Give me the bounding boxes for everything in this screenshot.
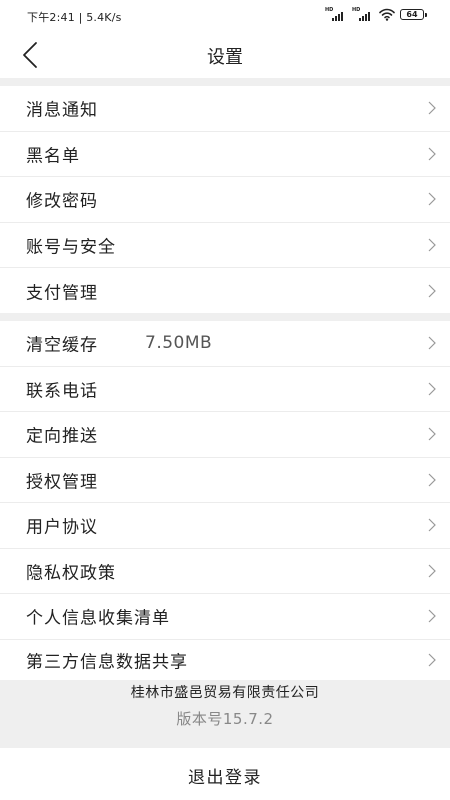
chevron-right-icon [428,564,436,578]
section-divider [0,313,450,321]
chevron-right-icon [428,101,436,115]
settings-group-general: 清空缓存 7.50MB 联系电话 定向推送 授权管理 用户协议 隐私权政策 个人… [0,321,450,680]
settings-item-personal-info-list[interactable]: 个人信息收集清单 [0,594,450,640]
chevron-right-icon [428,147,436,161]
chevron-right-icon [428,284,436,298]
settings-item-targeted-push[interactable]: 定向推送 [0,412,450,458]
settings-item-blacklist[interactable]: 黑名单 [0,132,450,177]
settings-item-label: 隐私权政策 [26,563,116,584]
settings-item-label: 修改密码 [26,191,98,212]
settings-item-third-party-sharing[interactable]: 第三方信息数据共享 [0,640,450,680]
chevron-right-icon [428,427,436,441]
company-name: 桂林市盛邑贸易有限责任公司 [130,685,320,701]
section-divider [0,78,450,86]
wifi-icon [379,8,395,21]
settings-item-label: 用户协议 [26,517,98,538]
chevron-right-icon [428,609,436,623]
chevron-right-icon [428,653,436,666]
logout-button[interactable]: 退出登录 [0,748,450,800]
chevron-right-icon [428,336,436,350]
settings-item-label: 定向推送 [26,426,98,447]
chevron-right-icon [428,192,436,206]
settings-item-change-password[interactable]: 修改密码 [0,177,450,223]
chevron-right-icon [428,382,436,396]
status-bar: 下午2:41 | 5.4K/s HD HD 64 [0,0,450,32]
settings-item-user-agreement[interactable]: 用户协议 [0,503,450,549]
settings-item-label: 授权管理 [26,472,98,493]
signal-icon: HD [325,8,347,21]
settings-item-authorization[interactable]: 授权管理 [0,458,450,503]
settings-item-label: 清空缓存 [26,335,98,356]
page-title: 设置 [207,47,243,68]
nav-bar: 设置 [0,32,450,78]
status-icons: HD HD 64 [325,8,427,21]
status-time-speed: 下午2:41 | 5.4K/s [27,11,122,24]
settings-item-label: 支付管理 [26,283,98,304]
signal-icon: HD [352,8,374,21]
settings-item-label: 黑名单 [26,146,80,167]
cache-size-value: 7.50MB [145,333,213,354]
settings-item-label: 账号与安全 [26,237,116,258]
chevron-right-icon [428,473,436,487]
settings-item-clear-cache[interactable]: 清空缓存 7.50MB [0,321,450,367]
settings-item-privacy-policy[interactable]: 隐私权政策 [0,549,450,594]
app-info-footer: 桂林市盛邑贸易有限责任公司 版本号15.7.2 [0,680,450,748]
settings-item-payment[interactable]: 支付管理 [0,268,450,314]
settings-item-label: 联系电话 [26,381,98,402]
logout-label: 退出登录 [188,768,262,788]
chevron-right-icon [428,518,436,532]
settings-item-label: 个人信息收集清单 [26,608,170,629]
settings-item-label: 第三方信息数据共享 [26,652,188,672]
settings-item-account-security[interactable]: 账号与安全 [0,223,450,268]
chevron-right-icon [428,238,436,252]
settings-item-notifications[interactable]: 消息通知 [0,86,450,132]
battery-icon: 64 [400,9,427,20]
settings-item-label: 消息通知 [26,100,98,121]
settings-item-contact-phone[interactable]: 联系电话 [0,367,450,412]
settings-group-account: 消息通知 黑名单 修改密码 账号与安全 支付管理 [0,86,450,314]
version-number: 版本号15.7.2 [176,710,274,728]
